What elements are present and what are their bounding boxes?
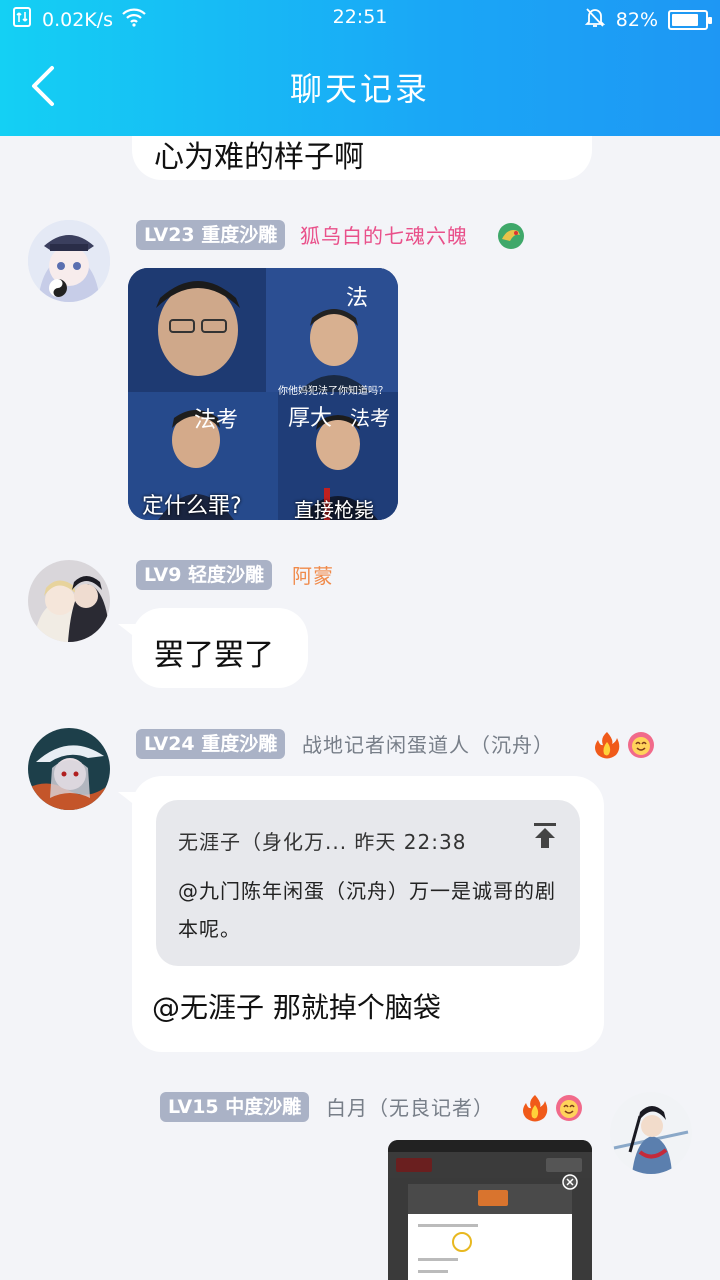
quoted-message[interactable]: 无涯子（身化万... 昨天 22:38 @九门陈年闲蛋（沉舟）万一是诚哥的剧本呢… [156,800,580,966]
meme-sign: 厚大 [288,406,333,431]
message-bubble[interactable]: 罢了罢了 [132,608,308,688]
status-bar: 0.02K/s 22:51 82% [0,0,720,36]
nickname[interactable]: 阿蒙 [292,561,334,591]
top-bar: 0.02K/s 22:51 82% 聊天记录 [0,0,720,136]
meme-caption: 你他妈犯法了你知道吗？ [278,386,388,397]
fire-badge-icon [520,1093,550,1123]
battery-percent: 82% [615,8,658,31]
smile-badge-icon [626,730,656,760]
level-badge: LV15 中度沙雕 [160,1092,310,1122]
message-bubble[interactable]: 无涯子（身化万... 昨天 22:38 @九门陈年闲蛋（沉舟）万一是诚哥的剧本呢… [132,776,604,1052]
meme-caption: 定什么罪? [142,494,242,519]
quote-header: 无涯子（身化万... 昨天 22:38 [178,830,467,854]
nav-bar: 聊天记录 [0,36,720,136]
avatar[interactable] [28,728,110,810]
avatar[interactable] [28,220,110,302]
pin-top-icon[interactable] [530,820,560,850]
meme-sign: 法考 [350,406,390,430]
meme-sign: 法考 [194,408,239,433]
fire-badge-icon [592,730,622,760]
meme-caption: 直接枪毙 [294,498,374,520]
message-text: 罢了罢了 [154,638,274,673]
battery-level [672,13,698,26]
level-badge: LV24 重度沙雕 [136,729,286,759]
quote-body: @九门陈年闲蛋（沉舟）万一是诚哥的剧本呢。 [178,879,556,941]
level-badge: LV23 重度沙雕 [136,220,286,250]
nickname[interactable]: 狐乌白的七魂六魄 [300,221,468,251]
dragon-badge-icon [496,221,526,251]
avatar[interactable] [610,1092,692,1174]
message-text: 心为难的样子啊 [154,140,364,175]
chat-history[interactable]: 心为难的样子啊 LV23 重度沙雕 狐乌白的七魂六魄 法 法考 法考 厚大 你他… [0,136,720,1280]
nickname[interactable]: 白月（无良记者） [326,1093,494,1123]
page-title: 聊天记录 [289,70,430,108]
battery-icon [668,9,712,30]
message-text: @无涯子 那就掉个脑袋 [152,991,441,1024]
message-bubble[interactable]: 心为难的样子啊 [132,136,592,180]
meme-sign: 法 [346,286,369,311]
level-badge: LV9 轻度沙雕 [136,560,273,590]
status-right: 82% [584,6,712,33]
silent-bell-icon [584,6,606,33]
screenshot-image[interactable] [388,1140,592,1280]
smile-badge-icon [554,1093,584,1123]
meme-image[interactable]: 法 法考 法考 厚大 你他妈犯法了你知道吗？ 定什么罪? 直接枪毙 [128,268,398,520]
nickname[interactable]: 战地记者闲蛋道人（沉舟） [302,730,554,760]
avatar[interactable] [28,560,110,642]
